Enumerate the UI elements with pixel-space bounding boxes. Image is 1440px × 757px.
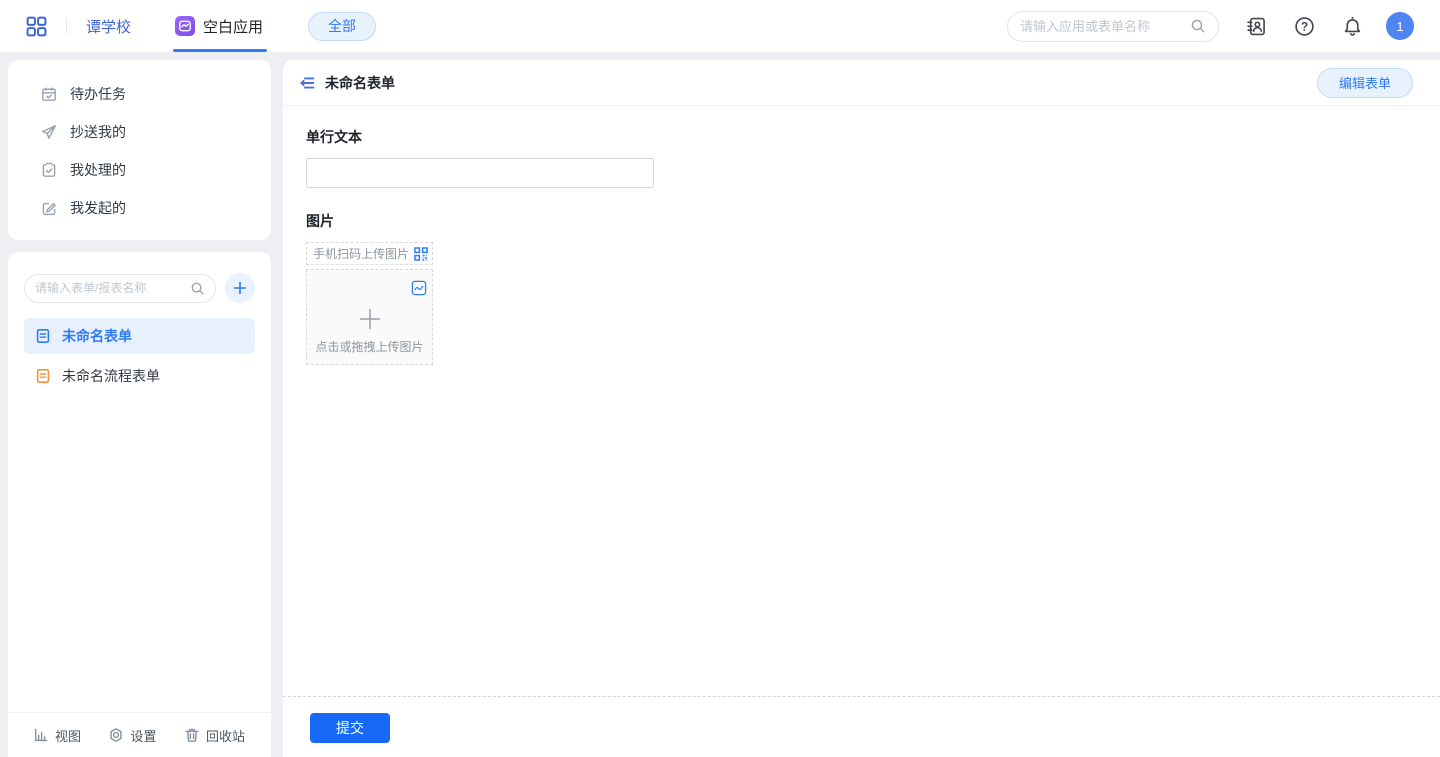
paper-plane-icon: [41, 124, 57, 140]
scan-upload-text: 手机扫码上传图片: [313, 245, 409, 262]
form-search[interactable]: [24, 274, 216, 303]
app-tab-label: 空白应用: [203, 16, 263, 37]
sidebar-footer: 视图 设置: [8, 712, 271, 757]
note-pencil-icon: [41, 200, 57, 216]
form-list: 未命名表单 未命名流程表单: [24, 318, 255, 394]
global-search-input[interactable]: [1020, 19, 1190, 34]
topbar-left: 谭学校 空白应用: [26, 0, 376, 52]
form-body: 单行文本 图片 手机扫码上传图片: [283, 106, 1440, 365]
plus-icon: [356, 305, 384, 333]
sidebar-item-label: 我处理的: [70, 160, 126, 180]
filter-all-button[interactable]: 全部: [308, 12, 376, 41]
collapse-sidebar-icon[interactable]: [298, 74, 316, 92]
footer-item-label: 视图: [55, 726, 81, 745]
scan-upload-chip[interactable]: 手机扫码上传图片: [306, 242, 433, 265]
blank-app-icon: [175, 16, 195, 36]
plus-icon: [232, 280, 248, 296]
text-field-label: 单行文本: [306, 127, 1440, 147]
active-tab-underline: [173, 49, 267, 52]
form-item-untitled-flow-form[interactable]: 未命名流程表单: [24, 358, 255, 394]
global-search[interactable]: [1007, 11, 1219, 42]
settings-button[interactable]: 设置: [108, 726, 156, 745]
form-footer-divider: [283, 696, 1440, 697]
upload-hint-text: 点击或拖拽上传图片: [307, 338, 432, 355]
bar-chart-icon: [33, 727, 49, 743]
sidebar-item-label: 我发起的: [70, 198, 126, 218]
topbar-divider: [66, 18, 67, 34]
sidebar-item-processed-by-me[interactable]: 我处理的: [8, 151, 271, 189]
clipboard-check-icon: [41, 162, 57, 178]
views-button[interactable]: 视图: [33, 726, 81, 745]
topbar-right: ? 1: [1007, 11, 1414, 42]
notification-bell-icon[interactable]: [1342, 16, 1363, 37]
sidebar-item-label: 抄送我的: [70, 122, 126, 142]
contacts-icon[interactable]: [1246, 16, 1267, 37]
svg-text:?: ?: [1301, 20, 1308, 33]
image-upload-dropzone[interactable]: 点击或拖拽上传图片: [306, 269, 433, 365]
calendar-icon: [41, 86, 57, 102]
search-icon: [1190, 18, 1206, 34]
search-icon: [190, 281, 205, 296]
image-field-label: 图片: [306, 211, 1440, 231]
app-screen: 谭学校 空白应用: [0, 0, 1440, 757]
sidebar-task-nav: 待办任务 抄送我的 我处理的: [8, 60, 271, 240]
sidebar-form-panel: 未命名表单 未命名流程表单: [8, 252, 271, 757]
avatar[interactable]: 1: [1386, 12, 1414, 40]
main-header: 未命名表单 编辑表单: [283, 60, 1440, 106]
edit-form-button[interactable]: 编辑表单: [1317, 68, 1413, 98]
sidebar-item-cc-to-me[interactable]: 抄送我的: [8, 113, 271, 151]
form-item-untitled-form[interactable]: 未命名表单: [24, 318, 255, 354]
topbar: 谭学校 空白应用: [0, 0, 1440, 52]
apps-grid-icon[interactable]: [26, 16, 47, 37]
tab-blank-app[interactable]: 空白应用: [175, 0, 263, 52]
trash-icon: [184, 727, 200, 743]
submit-button[interactable]: 提交: [310, 713, 390, 743]
single-line-text-input[interactable]: [306, 158, 654, 188]
footer-item-label: 设置: [130, 726, 156, 745]
sidebar-item-label: 待办任务: [70, 84, 126, 104]
form-item-label: 未命名流程表单: [62, 366, 160, 386]
qr-code-icon: [414, 247, 428, 261]
recycle-bin-button[interactable]: 回收站: [184, 726, 245, 745]
add-form-button[interactable]: [225, 273, 255, 303]
sidebar-item-todo[interactable]: 待办任务: [8, 75, 271, 113]
form-item-label: 未命名表单: [62, 326, 132, 346]
workspace-name[interactable]: 谭学校: [86, 16, 131, 37]
help-icon[interactable]: ?: [1294, 16, 1315, 37]
flow-document-icon: [35, 368, 51, 384]
document-icon: [35, 328, 51, 344]
sidebar-item-started-by-me[interactable]: 我发起的: [8, 189, 271, 227]
doodle-icon[interactable]: [411, 280, 427, 296]
form-search-row: [24, 273, 255, 303]
main-panel: 未命名表单 编辑表单 单行文本 图片 手机扫码上传图片: [283, 60, 1440, 757]
form-search-input[interactable]: [35, 281, 190, 295]
footer-item-label: 回收站: [206, 726, 245, 745]
gear-icon: [108, 727, 124, 743]
page-title: 未命名表单: [325, 73, 395, 93]
